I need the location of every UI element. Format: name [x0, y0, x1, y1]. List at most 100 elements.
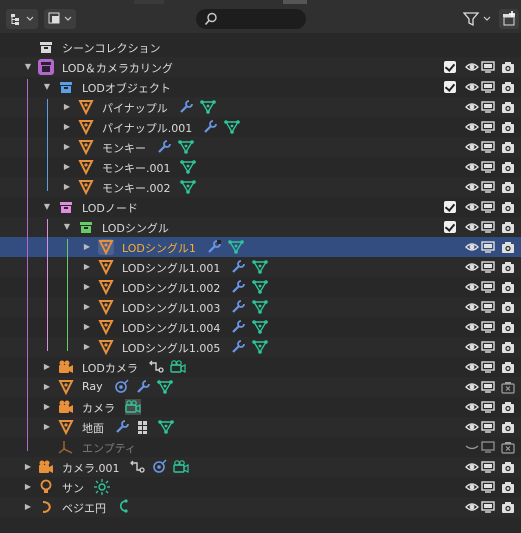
expand-arrow-icon[interactable]: ▶	[62, 161, 72, 173]
render-toggle[interactable]	[501, 280, 515, 294]
outliner-row[interactable]: ▼ LOD＆カメラカリング	[0, 57, 521, 77]
visibility-toggle[interactable]	[465, 360, 479, 374]
viewport-toggle[interactable]	[481, 460, 495, 474]
row-modifier-icon[interactable]	[180, 179, 196, 195]
outliner-row[interactable]: ▶ LODカメラ	[0, 357, 521, 377]
outliner-row[interactable]: ▶ サン	[0, 477, 521, 497]
expand-arrow-icon[interactable]: ▶	[42, 361, 52, 373]
viewport-toggle[interactable]	[481, 380, 495, 394]
expand-arrow-icon[interactable]: ▶	[62, 121, 72, 133]
render-toggle[interactable]	[501, 200, 515, 214]
visibility-toggle[interactable]	[465, 220, 479, 234]
row-modifier-icon[interactable]	[123, 398, 143, 416]
collapse-arrow-icon[interactable]: ▼	[42, 201, 52, 213]
visibility-toggle[interactable]	[465, 100, 479, 114]
viewport-toggle[interactable]	[481, 440, 495, 454]
row-modifier-icon[interactable]	[230, 259, 246, 275]
outliner-row[interactable]: ▼ LODオブジェクト	[0, 77, 521, 97]
visibility-toggle[interactable]	[465, 340, 479, 354]
row-label[interactable]: シーンコレクション	[62, 40, 160, 56]
render-toggle[interactable]	[501, 180, 515, 194]
visibility-toggle[interactable]	[465, 200, 479, 214]
row-modifier-icon[interactable]	[202, 119, 218, 135]
render-toggle[interactable]	[501, 240, 515, 254]
visibility-toggle[interactable]	[465, 160, 479, 174]
row-label[interactable]: サン	[62, 480, 84, 496]
row-label[interactable]: モンキー.001	[102, 160, 171, 176]
row-label[interactable]: パイナップル	[102, 100, 168, 116]
expand-arrow-icon[interactable]: ▶	[82, 301, 92, 313]
display-mode-dropdown[interactable]	[6, 9, 38, 29]
viewport-toggle[interactable]	[481, 80, 495, 94]
row-label[interactable]: LOD＆カメラカリング	[62, 60, 173, 76]
render-toggle[interactable]	[501, 460, 515, 474]
outliner-row[interactable]: ▶ カメラ.001	[0, 457, 521, 477]
render-toggle[interactable]	[501, 160, 515, 174]
viewport-toggle[interactable]	[481, 320, 495, 334]
render-toggle[interactable]	[501, 320, 515, 334]
outliner-row[interactable]: ▼ LODシングル	[0, 217, 521, 237]
row-label[interactable]: LODオブジェクト	[82, 80, 171, 96]
visibility-toggle[interactable]	[465, 440, 479, 454]
viewport-toggle[interactable]	[481, 500, 495, 514]
row-modifier-icon[interactable]	[136, 419, 152, 435]
visibility-toggle[interactable]	[465, 80, 479, 94]
row-label[interactable]: ベジエ円	[62, 500, 106, 516]
visibility-toggle[interactable]	[465, 60, 479, 74]
collapse-arrow-icon[interactable]: ▼	[23, 61, 33, 73]
expand-arrow-icon[interactable]: ▶	[42, 381, 52, 393]
expand-arrow-icon[interactable]: ▶	[42, 421, 52, 433]
row-modifier-icon[interactable]	[94, 479, 110, 495]
visibility-toggle[interactable]	[465, 480, 479, 494]
row-modifier-icon[interactable]	[252, 259, 268, 275]
row-modifier-icon[interactable]	[113, 379, 129, 395]
row-modifier-icon[interactable]	[170, 359, 186, 375]
outliner-row[interactable]: ▶ LODシングル1.002	[0, 277, 521, 297]
outliner-row[interactable]: ▶ パイナップル	[0, 97, 521, 117]
row-label[interactable]: カメラ.001	[62, 460, 120, 476]
render-toggle[interactable]	[501, 380, 515, 394]
outliner-row[interactable]: ▶ ベジエ円	[0, 497, 521, 517]
row-modifier-icon[interactable]	[156, 139, 172, 155]
new-collection-button[interactable]	[499, 9, 519, 29]
render-toggle[interactable]	[501, 480, 515, 494]
viewport-toggle[interactable]	[481, 340, 495, 354]
row-modifier-icon[interactable]	[230, 279, 246, 295]
row-label[interactable]: LODシングル1.004	[122, 320, 220, 336]
viewport-toggle[interactable]	[481, 360, 495, 374]
row-modifier-icon[interactable]	[206, 239, 222, 255]
expand-arrow-icon[interactable]: ▶	[23, 501, 33, 513]
row-modifier-icon[interactable]	[157, 379, 173, 395]
render-toggle[interactable]	[501, 100, 515, 114]
render-toggle[interactable]	[501, 420, 515, 434]
row-label[interactable]: LODシングル1.002	[122, 280, 220, 296]
search-input[interactable]	[196, 9, 306, 29]
row-label[interactable]: LODシングル	[102, 220, 169, 236]
collapse-arrow-icon[interactable]: ▼	[62, 221, 72, 233]
row-label[interactable]: LODノード	[82, 200, 138, 216]
visibility-toggle[interactable]	[465, 240, 479, 254]
expand-arrow-icon[interactable]: ▶	[62, 101, 72, 113]
render-toggle[interactable]	[501, 120, 515, 134]
render-toggle[interactable]	[501, 400, 515, 414]
outliner-row[interactable]: ▼ LODノード	[0, 197, 521, 217]
render-toggle[interactable]	[501, 220, 515, 234]
row-modifier-icon[interactable]	[151, 459, 167, 475]
exclude-checkbox[interactable]	[444, 221, 456, 233]
outliner-row[interactable]: ▶ LODシングル1.004	[0, 317, 521, 337]
row-label[interactable]: Ray	[82, 380, 103, 393]
visibility-toggle[interactable]	[465, 180, 479, 194]
render-toggle[interactable]	[501, 140, 515, 154]
row-modifier-icon[interactable]	[224, 119, 240, 135]
view-filter-dropdown[interactable]	[44, 9, 76, 29]
viewport-toggle[interactable]	[481, 480, 495, 494]
outliner-row[interactable]: ▶ パイナップル.001	[0, 117, 521, 137]
outliner-row[interactable]: ▶ モンキー	[0, 137, 521, 157]
row-modifier-icon[interactable]	[180, 159, 196, 175]
render-toggle[interactable]	[501, 80, 515, 94]
expand-arrow-icon[interactable]: ▶	[82, 341, 92, 353]
viewport-toggle[interactable]	[481, 240, 495, 254]
visibility-toggle[interactable]	[465, 320, 479, 334]
row-label[interactable]: LODシングル1.003	[122, 300, 220, 316]
outliner-row[interactable]: ▶ Ray	[0, 377, 521, 397]
